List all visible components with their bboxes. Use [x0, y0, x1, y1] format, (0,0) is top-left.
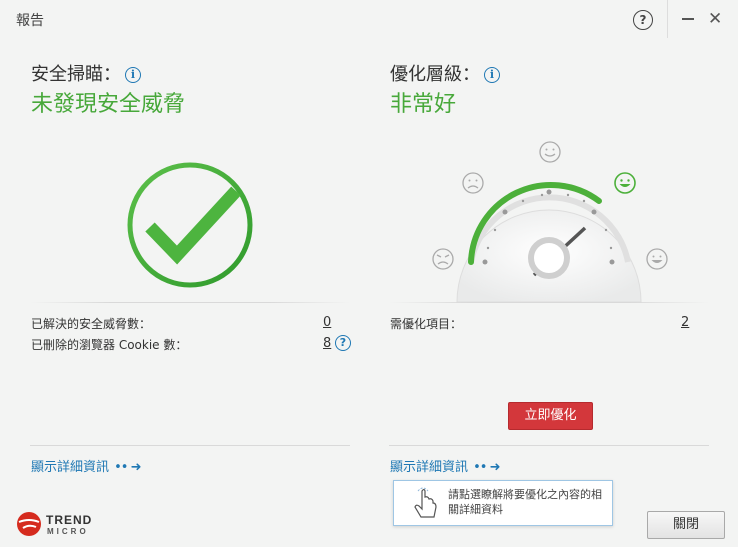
minimize-icon[interactable]	[682, 18, 694, 20]
trend-micro-logo	[17, 512, 41, 536]
titlebar-divider	[667, 0, 668, 38]
hand-pointer-icon	[414, 487, 437, 518]
checkmark-icon	[127, 162, 253, 288]
items-to-optimize-value[interactable]: 2	[681, 315, 689, 330]
optimization-details-link[interactable]: 顯示詳細資訊 •• ➜	[390, 456, 500, 475]
very-happy-face-icon	[646, 248, 668, 270]
resolved-threats-label: 已解決的安全威脅數：	[31, 317, 152, 331]
arrow-right-icon: •• ➜	[114, 460, 141, 475]
window-title: 報告	[16, 13, 44, 29]
help-question-icon[interactable]: ?	[335, 335, 351, 351]
deleted-cookies-value[interactable]: 8	[323, 336, 331, 351]
sad-face-icon	[462, 172, 484, 194]
resolved-threats-value[interactable]: 0	[323, 315, 331, 330]
optimization-label: 優化層級：	[390, 64, 480, 85]
tooltip-text: 請點選瞭解將要優化之內容的相關詳細資料	[448, 488, 602, 516]
angry-face-icon	[432, 248, 454, 270]
neutral-face-icon	[539, 141, 561, 163]
security-status: 未發現安全威脅	[31, 92, 186, 117]
close-icon[interactable]: ✕	[708, 9, 722, 29]
security-divider	[30, 302, 350, 303]
info-icon[interactable]: i	[125, 67, 141, 83]
security-scan-heading: 安全掃瞄： i	[31, 60, 141, 86]
brand-name: TREND	[46, 513, 93, 527]
deleted-cookies-label: 已刪除的瀏覽器 Cookie 數：	[31, 338, 188, 352]
arrow-right-icon: •• ➜	[473, 460, 500, 475]
items-to-optimize-label: 需優化項目：	[390, 317, 463, 331]
security-details-text[interactable]: 顯示詳細資訊	[31, 460, 109, 475]
brand-subname: MICRO	[47, 527, 89, 536]
optimize-now-button[interactable]: 立即優化	[508, 402, 593, 430]
info-icon[interactable]: i	[484, 67, 500, 83]
help-icon[interactable]: ?	[633, 10, 653, 30]
optimization-divider	[389, 302, 709, 303]
optimization-heading: 優化層級： i	[390, 60, 500, 86]
optimization-status: 非常好	[390, 92, 457, 117]
close-button[interactable]: 關閉	[647, 511, 725, 539]
security-bottom-divider	[30, 445, 350, 446]
optimization-bottom-divider	[389, 445, 709, 446]
security-details-link[interactable]: 顯示詳細資訊 •• ➜	[31, 456, 141, 475]
optimization-details-text[interactable]: 顯示詳細資訊	[390, 460, 468, 475]
details-tooltip: 請點選瞭解將要優化之內容的相關詳細資料	[393, 480, 613, 526]
security-scan-label: 安全掃瞄：	[31, 64, 121, 85]
happy-face-icon	[614, 172, 636, 194]
